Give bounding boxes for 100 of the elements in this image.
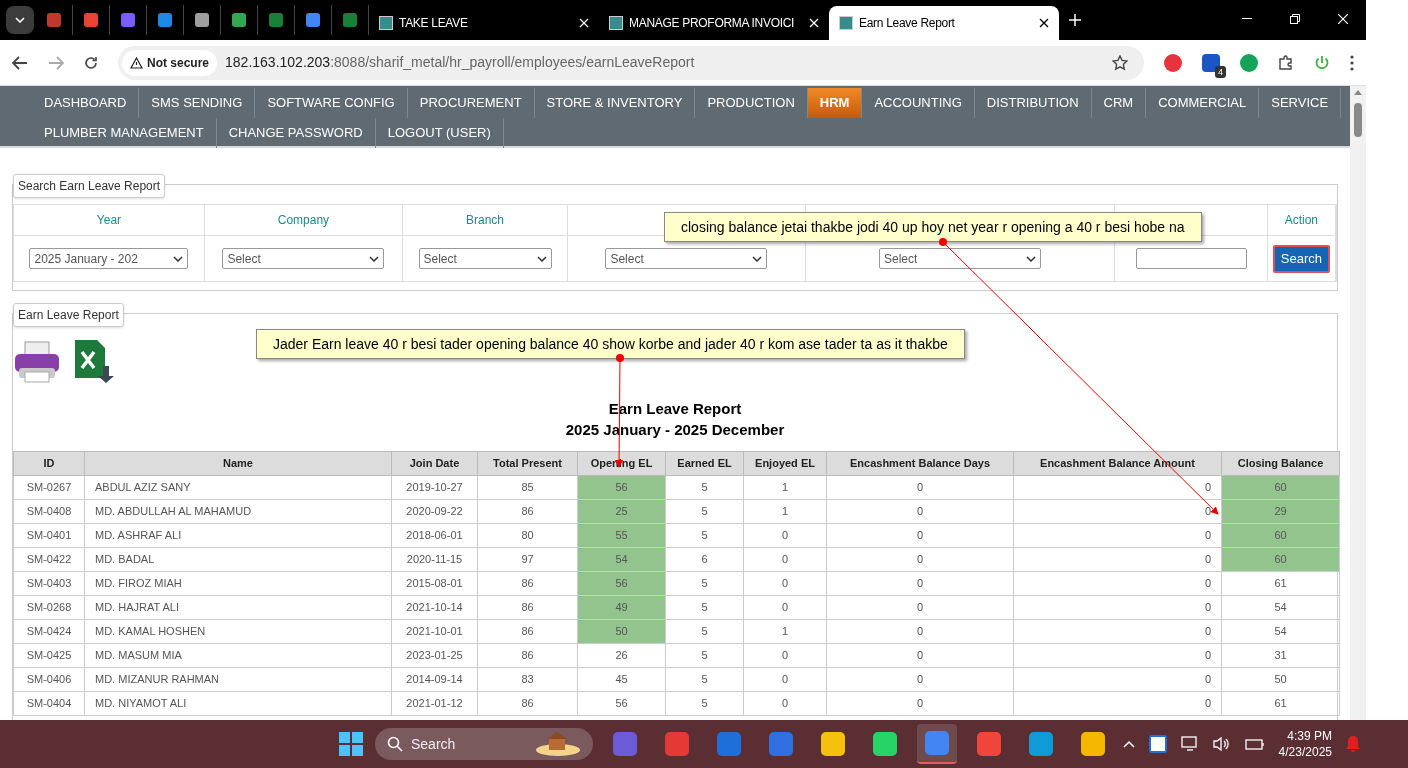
menu-item[interactable]: COMMERCIAL [1146,88,1260,118]
select-field[interactable]: Select [418,248,552,269]
table-cell: 2021-01-12 [391,691,478,716]
table-cell: 0 [743,523,827,548]
table-cell: 0 [1013,547,1222,572]
table-cell: 85 [477,475,578,500]
menu-item[interactable]: PLUMBER MANAGEMENT [32,118,217,148]
menu-item[interactable]: SMS SENDING [139,88,256,118]
table-cell: 86 [477,499,578,524]
volume-icon[interactable] [1212,736,1231,752]
excel-export-icon[interactable] [73,338,115,384]
menu-item[interactable]: LOGOUT (USER) [375,118,504,148]
menu-item[interactable]: CRM [1091,88,1147,118]
table-cell: 61 [1221,571,1340,596]
more-icon[interactable] [1350,54,1354,71]
annotation-callout: closing balance jetai thakbe jodi 40 up hoy net year r opening a 40 r besi hobe na [664,212,1202,242]
clock-time[interactable]: 4:39 PM [1287,728,1332,744]
select-field[interactable]: 2025 January - 202 [29,248,189,269]
tab-favicon-icon[interactable] [232,13,246,27]
tab-favicon-icon[interactable] [84,13,98,27]
table-cell: 49 [577,595,666,620]
search-icon [387,736,403,752]
beach-hut-icon [535,732,581,756]
address-bar[interactable]: Not secure 182.163.102.203:8088/sharif_metal/hr_payroll/employees/earnLeaveReport [118,45,1144,80]
menu-item[interactable]: STORE & INVENTORY [534,88,696,118]
menu-item[interactable]: CHANGE PASSWORD [216,118,376,148]
chevron-up-icon[interactable] [1122,740,1135,748]
column-header: Company [277,212,330,229]
menu-item[interactable]: DASHBOARD [32,88,140,118]
scroll-up-icon[interactable] [1354,90,1362,95]
table-cell: 0 [826,571,1014,596]
start-icon[interactable] [339,732,363,756]
tab-favicon-icon[interactable] [195,13,209,27]
table-cell: 0 [826,499,1014,524]
section-legend: Search Earn Leave Report [13,174,166,198]
menu-item[interactable]: DISTRIBUTION [974,88,1092,118]
table-cell: 80 [477,523,578,548]
column-header: Year [96,212,122,229]
scrollbar[interactable] [1350,86,1366,720]
search-button[interactable]: Search [1272,244,1330,273]
tab-title: MANAGE PROFORMA INVOICI [629,15,796,32]
table-cell: 6 [665,547,744,572]
printer-icon[interactable] [13,340,61,384]
bell-icon[interactable] [1346,736,1360,752]
network-icon[interactable] [1180,736,1199,752]
menu-item[interactable]: HRM [807,88,863,118]
table-cell: 56 [577,571,666,596]
table-cell: 2014-09-14 [391,667,478,692]
table-cell: 45 [577,667,666,692]
table-cell: 29 [1221,499,1340,524]
page-favicon-icon [839,16,853,30]
table-cell: 97 [477,547,578,572]
browser-tab[interactable]: Earn Leave Report [829,6,1059,40]
forward-icon[interactable] [48,55,64,70]
table-cell: 54 [577,547,666,572]
table-cell: 0 [826,619,1014,644]
menu-item[interactable]: SERVICE [1259,88,1342,118]
new-tab-icon[interactable] [1069,14,1081,26]
reload-icon[interactable] [84,55,98,70]
menu-item[interactable]: SOFTWARE CONFIG [255,88,408,118]
close-icon[interactable] [1039,18,1049,28]
star-icon[interactable] [1112,54,1128,71]
puzzle-icon[interactable] [1278,54,1294,71]
scrollbar-thumb[interactable] [1354,103,1362,137]
column-header: Closing Balance [1221,451,1340,476]
clock-date[interactable]: 4/23/2025 [1278,744,1332,760]
table-cell: 0 [743,571,827,596]
menu-item[interactable]: ACCOUNTING [862,88,975,118]
table-cell: 0 [826,691,1014,716]
select-field[interactable]: Select [605,248,768,269]
table-cell: 60 [1221,523,1340,548]
battery-icon[interactable] [1244,737,1265,751]
table-cell: 0 [826,547,1014,572]
select-field[interactable]: Select [879,248,1041,269]
table-cell: 86 [477,619,578,644]
table-cell: 0 [743,643,827,668]
table-cell: SM-0268 [13,595,85,620]
menu-item[interactable]: PRODUCTION [695,88,808,118]
extension-icon[interactable] [1202,53,1220,72]
chevron-down-icon [173,255,184,262]
back-icon[interactable] [12,55,28,70]
tab-search-button[interactable] [6,6,34,34]
table-cell: 2021-10-14 [391,595,478,620]
search-field[interactable]: Search [375,728,593,760]
tab-favicon-icon[interactable] [158,13,172,27]
table-cell: 83 [477,667,578,692]
tray-app-icon[interactable] [1148,735,1167,753]
power-icon[interactable] [1314,54,1330,71]
select-field[interactable]: Select [222,248,385,269]
table-cell: 0 [826,595,1014,620]
column-header: Join Date [391,451,478,476]
restore-icon[interactable] [1290,14,1300,24]
table-cell: 5 [665,595,744,620]
input-field[interactable] [1135,248,1247,269]
table-cell: 60 [1221,547,1340,572]
table-cell: MD. MIZANUR RAHMAN [84,667,392,692]
tab-favicon-icon[interactable] [306,13,320,27]
table-cell: MD. FIROZ MIAH [84,571,392,596]
table-cell: 0 [1013,619,1222,644]
menu-item[interactable]: PROCUREMENT [407,88,535,118]
